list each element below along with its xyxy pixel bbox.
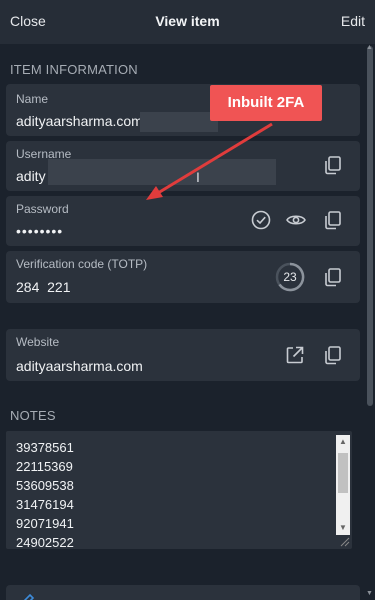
- note-line: 24902522: [16, 535, 74, 550]
- edit-icon[interactable]: [18, 592, 36, 600]
- note-line: 39378561: [16, 440, 74, 455]
- scroll-down-arrow-icon[interactable]: ▼: [336, 521, 350, 535]
- header-bar: Close View item Edit: [0, 0, 375, 44]
- resize-handle-icon[interactable]: [338, 535, 350, 547]
- notes-textarea[interactable]: 39378561 22115369 53609538 31476194 9207…: [6, 431, 352, 552]
- name-label: Name: [16, 92, 49, 106]
- notes-scroll-thumb[interactable]: [338, 453, 348, 493]
- copy-icon[interactable]: [322, 154, 344, 176]
- annotation-callout: Inbuilt 2FA: [210, 85, 322, 121]
- redaction-block: [48, 159, 276, 185]
- launch-icon[interactable]: [284, 344, 306, 366]
- totp-timer-value: 23: [283, 270, 297, 284]
- section-label-notes: NOTES: [10, 408, 56, 423]
- copy-icon[interactable]: [322, 344, 344, 366]
- check-circle-icon[interactable]: [250, 209, 272, 231]
- text-cursor-icon: I: [196, 169, 200, 185]
- copy-icon[interactable]: [322, 266, 344, 288]
- scroll-down-arrow-icon[interactable]: ▼: [366, 590, 373, 597]
- password-value[interactable]: ••••••••: [16, 223, 63, 239]
- scroll-up-arrow-icon[interactable]: ▲: [336, 435, 350, 449]
- name-value[interactable]: adityaarsharma.com: [16, 113, 143, 129]
- totp-code[interactable]: 284 221: [16, 279, 71, 295]
- edit-button[interactable]: Edit: [341, 13, 365, 29]
- redaction-block: [140, 112, 218, 132]
- password-label: Password: [16, 202, 69, 216]
- section-label-item-information: ITEM INFORMATION: [10, 62, 138, 77]
- website-field[interactable]: Website adityaarsharma.com: [6, 329, 360, 381]
- totp-timer: 23: [275, 262, 305, 292]
- notes-scrollbar[interactable]: ▲ ▼: [336, 435, 350, 535]
- copy-icon[interactable]: [322, 209, 344, 231]
- website-value[interactable]: adityaarsharma.com: [16, 358, 143, 374]
- username-value[interactable]: adity: [16, 168, 46, 184]
- password-field[interactable]: Password ••••••••: [6, 196, 360, 246]
- username-field[interactable]: Username adity I: [6, 141, 360, 191]
- eye-icon[interactable]: [285, 209, 307, 231]
- note-line: 92071941: [16, 516, 74, 531]
- note-line: 31476194: [16, 497, 74, 512]
- notes-lines: 39378561 22115369 53609538 31476194 9207…: [16, 438, 74, 552]
- bottom-action-card[interactable]: [6, 585, 360, 600]
- page-scroll-thumb[interactable]: [367, 46, 373, 406]
- note-line: 53609538: [16, 478, 74, 493]
- totp-field[interactable]: Verification code (TOTP) 284 221: [6, 251, 360, 303]
- note-line: 22115369: [16, 459, 73, 474]
- totp-label: Verification code (TOTP): [16, 257, 148, 271]
- scroll-up-arrow-icon[interactable]: ▲: [366, 44, 373, 51]
- website-label: Website: [16, 335, 60, 349]
- page-title: View item: [155, 13, 220, 29]
